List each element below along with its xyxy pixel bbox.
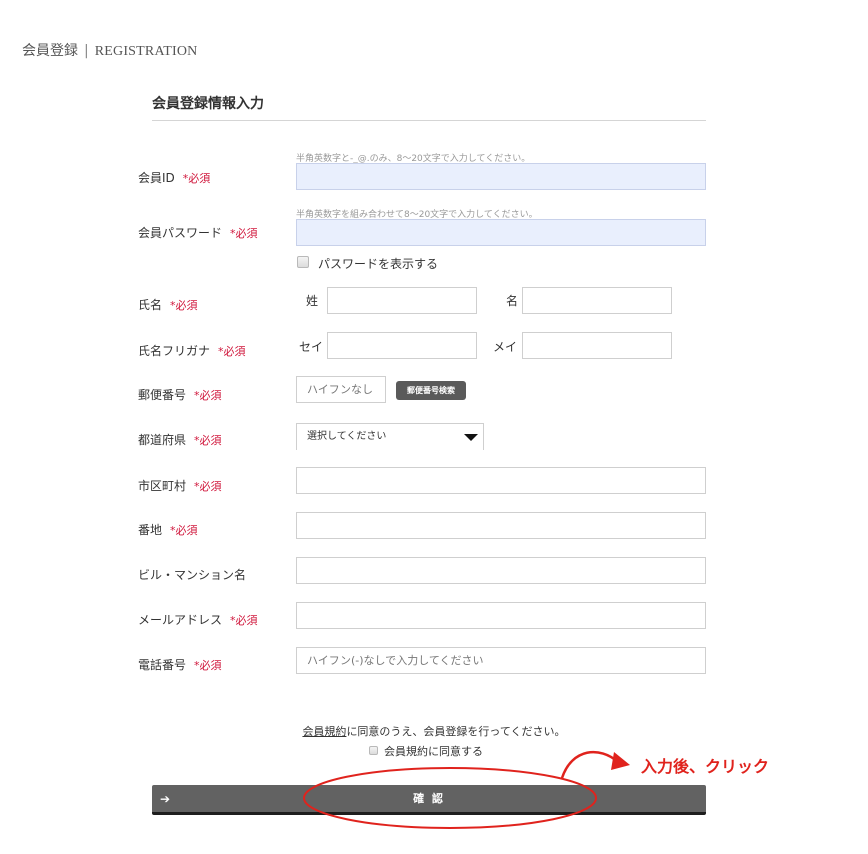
last-kana-input[interactable]	[327, 332, 477, 359]
email-label-text: メールアドレス	[138, 613, 223, 627]
name-label-text: 氏名	[138, 298, 163, 312]
name-kana-label-text: 氏名フリガナ	[138, 344, 211, 358]
password-label: 会員パスワード *必須	[138, 224, 258, 241]
show-password-label: パスワードを表示する	[318, 257, 439, 271]
required-mark: *必須	[230, 227, 258, 240]
prefecture-label-text: 都道府県	[138, 433, 187, 447]
building-input[interactable]	[296, 557, 706, 584]
first-name-input[interactable]	[522, 287, 672, 314]
required-mark: *必須	[170, 524, 198, 537]
dropdown-arrow-icon	[464, 434, 478, 441]
last-name-label: 姓	[306, 294, 319, 308]
title-separator: |	[84, 43, 89, 59]
prefecture-select[interactable]: 選択してください	[296, 423, 484, 450]
agree-terms-checkbox[interactable]	[369, 746, 378, 755]
building-label-text: ビル・マンション名	[138, 568, 247, 582]
page-title-ja: 会員登録	[22, 43, 78, 59]
phone-label: 電話番号 *必須	[138, 656, 222, 673]
prefecture-label: 都道府県 *必須	[138, 431, 222, 448]
confirm-button-label: 確 認	[413, 792, 445, 805]
required-mark: *必須	[170, 299, 198, 312]
address-label: 番地 *必須	[138, 521, 198, 538]
first-kana-input[interactable]	[522, 332, 672, 359]
confirm-button[interactable]: ➔ 確 認	[152, 785, 706, 815]
address-label-text: 番地	[138, 523, 163, 537]
required-mark: *必須	[194, 659, 222, 672]
show-password-checkbox[interactable]	[297, 256, 309, 268]
member-id-input[interactable]	[296, 163, 706, 190]
required-mark: *必須	[230, 614, 258, 627]
phone-input[interactable]: ハイフン(-)なしで入力してください	[296, 647, 706, 674]
page-title-en: REGISTRATION	[94, 44, 198, 59]
agreement-text: 会員規約に同意のうえ、会員登録を行ってください。	[0, 723, 868, 739]
section-divider	[152, 120, 706, 121]
first-name-label: 名	[506, 294, 519, 308]
section-title: 会員登録情報入力	[152, 96, 264, 112]
required-mark: *必須	[218, 345, 246, 358]
postal-code-input[interactable]: ハイフンなし	[296, 376, 386, 403]
password-input[interactable]	[296, 219, 706, 246]
required-mark: *必須	[182, 172, 211, 185]
annotation-text: 入力後、クリック	[641, 757, 770, 776]
annotation-arrow-curve	[560, 750, 619, 779]
phone-label-text: 電話番号	[138, 658, 187, 672]
required-mark: *必須	[194, 480, 222, 493]
required-mark: *必須	[194, 389, 222, 402]
city-input[interactable]	[296, 467, 706, 494]
last-kana-label: セイ	[299, 340, 324, 354]
postal-code-label-text: 郵便番号	[138, 388, 187, 402]
postal-search-button[interactable]: 郵便番号検索	[396, 381, 466, 400]
building-label: ビル・マンション名	[138, 566, 246, 583]
page-title: 会員登録 | REGISTRATION	[22, 40, 197, 60]
postal-code-label: 郵便番号 *必須	[138, 386, 222, 403]
city-label: 市区町村 *必須	[138, 477, 222, 494]
address-input[interactable]	[296, 512, 706, 539]
member-id-label-text: 会員ID	[138, 171, 175, 185]
email-input[interactable]	[296, 602, 706, 629]
name-label: 氏名 *必須	[138, 296, 198, 313]
name-kana-label: 氏名フリガナ *必須	[138, 342, 246, 359]
prefecture-selected-value: 選択してください	[307, 431, 387, 442]
city-label-text: 市区町村	[138, 479, 187, 493]
password-label-text: 会員パスワード	[138, 226, 223, 240]
arrow-right-icon: ➔	[160, 792, 171, 806]
email-label: メールアドレス *必須	[138, 611, 258, 628]
required-mark: *必須	[194, 434, 222, 447]
agreement-text-rest: に同意のうえ、会員登録を行ってください。	[346, 725, 566, 738]
agree-terms-label: 会員規約に同意する	[384, 745, 483, 758]
first-kana-label: メイ	[493, 340, 518, 354]
terms-link[interactable]: 会員規約	[302, 725, 346, 738]
annotation-arrowhead-icon	[611, 752, 630, 770]
member-id-label: 会員ID *必須	[138, 169, 210, 186]
last-name-input[interactable]	[327, 287, 477, 314]
